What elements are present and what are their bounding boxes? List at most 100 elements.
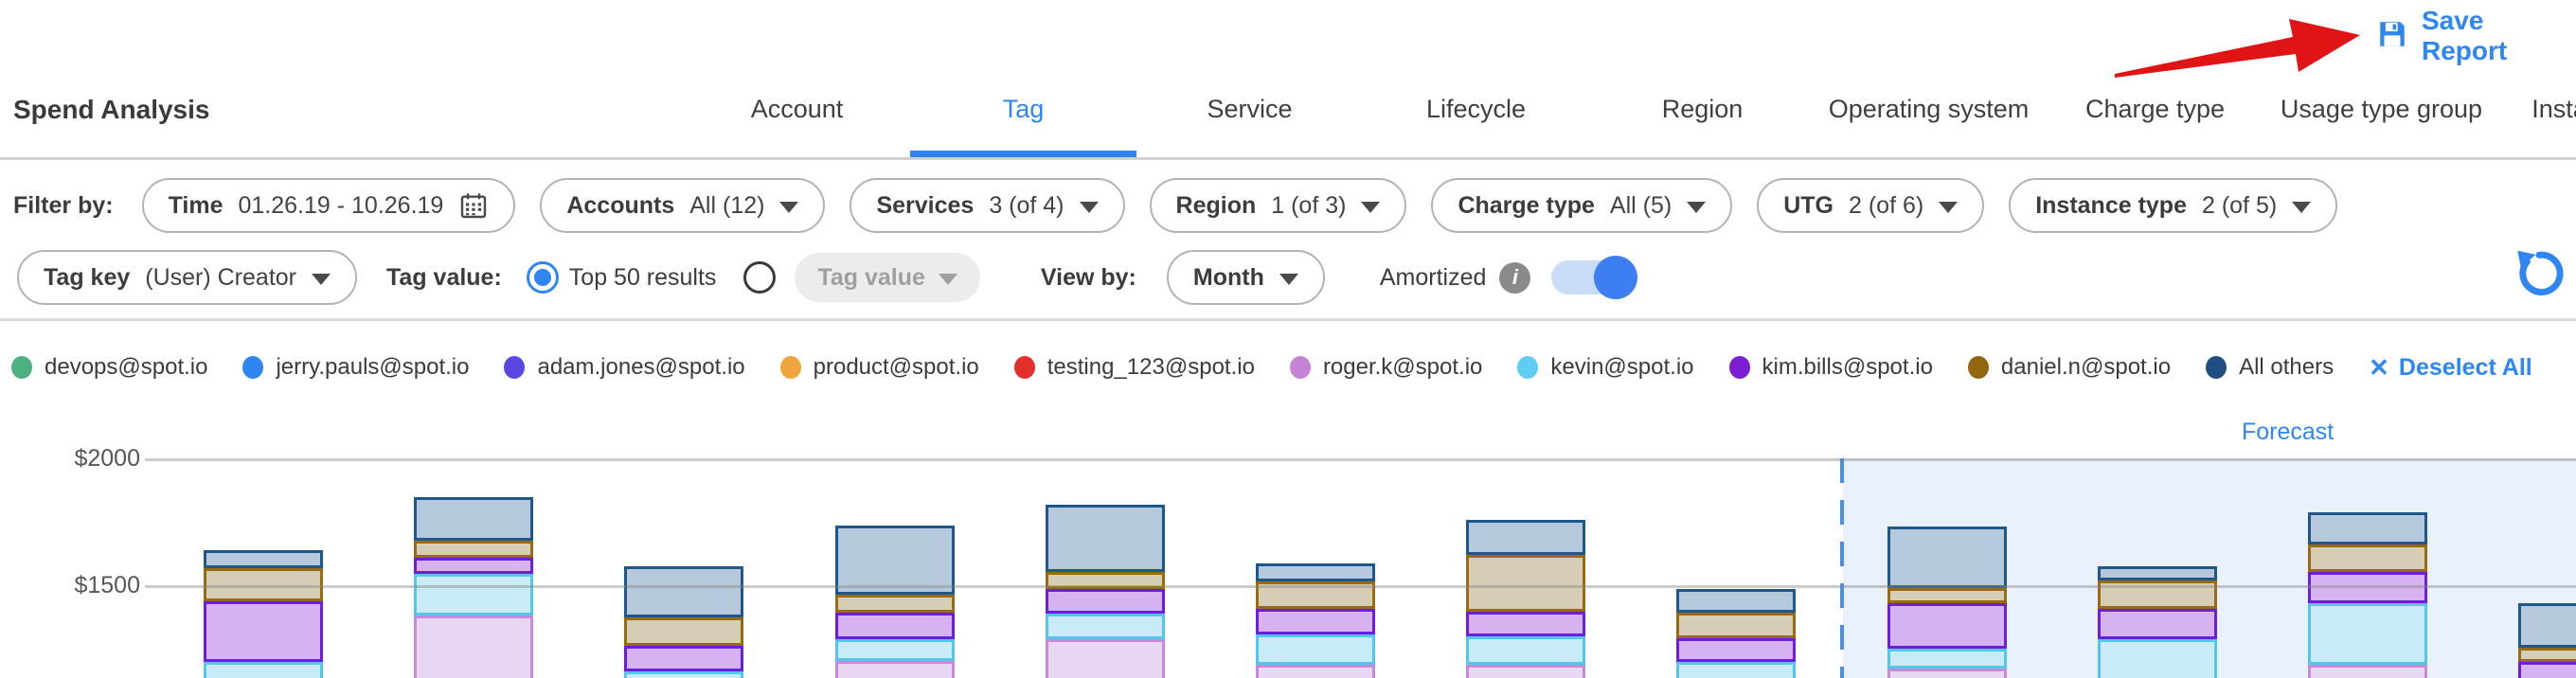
close-icon: ✕ [2369, 353, 2389, 383]
bar-8-segment-kim-bills-spot-io [1676, 638, 1796, 662]
legend-item-jerry-pauls-spot-io[interactable]: jerry.pauls@spot.io [242, 354, 469, 381]
save-report-button[interactable]: Save Report [2376, 6, 2576, 66]
amortized-label: Amortized [1380, 264, 1487, 292]
legend-item-adam-jones-spot-io[interactable]: adam.jones@spot.io [504, 354, 744, 381]
pill-label: Instance type [2035, 192, 2187, 220]
chart-legend: devops@spot.io jerry.pauls@spot.io adam.jo… [11, 352, 2532, 383]
reset-filters-button[interactable] [2510, 244, 2568, 308]
legend-dot [242, 356, 263, 379]
pill-value: All (12) [689, 192, 764, 220]
caret-down-icon [1080, 202, 1099, 213]
pill-value: 2 (of 6) [1849, 192, 1923, 220]
bar-6-segment-kevin-spot-io [1256, 634, 1375, 665]
forecast-dashed-line [1840, 458, 1844, 678]
caret-down-icon [779, 202, 798, 213]
pill-label: Services [876, 192, 974, 220]
pill-value: 01.26.19 - 10.26.19 [238, 192, 443, 220]
bar-6-segment-all-others [1256, 563, 1375, 581]
y-tick-label: $1500 [36, 572, 140, 599]
bar-5-segment-roger-k-spot-io [1046, 639, 1165, 678]
tab-usage-type-group[interactable]: Usage type group [2268, 95, 2495, 124]
caret-down-icon [1687, 202, 1706, 213]
bar-4-segment-roger-k-spot-io [835, 661, 955, 678]
gridline-2000 [145, 458, 2576, 461]
tag-value-label: Tag value: [386, 264, 502, 292]
bar-5-segment-all-others [1046, 505, 1165, 572]
filter-pill-charge-type[interactable]: Charge typeAll (5) [1431, 178, 1732, 233]
legend-item-testing-123-spot-io[interactable]: testing_123@spot.io [1014, 354, 1255, 381]
y-tick-label: $2000 [36, 445, 140, 473]
legend-dot [504, 356, 525, 379]
legend-label: jerry.pauls@spot.io [276, 354, 469, 381]
legend-item-kim-bills-spot-io[interactable]: kim.bills@spot.io [1729, 354, 1933, 381]
caret-down-icon [1361, 202, 1380, 213]
tab-account[interactable]: Account [684, 95, 910, 124]
tab-charge-type[interactable]: Charge type [2042, 95, 2268, 124]
tab-operating-system[interactable]: Operating system [1816, 95, 2042, 124]
bar-10-segment-all-others [2098, 566, 2217, 580]
pill-value: 2 (of 5) [2202, 192, 2277, 220]
filter-pill-time[interactable]: Time 01.26.19 - 10.26.19 [142, 178, 516, 233]
bar-11-segment-daniel-n-spot-io [2308, 544, 2427, 572]
bar-3-segment-kevin-spot-io [624, 671, 743, 678]
legend-item-roger-k-spot-io[interactable]: roger.k@spot.io [1290, 354, 1482, 381]
tab-tag[interactable]: Tag [910, 95, 1136, 124]
tag-options-row: Tag key (User) Creator Tag value: Top 50… [17, 250, 1633, 305]
top-50-results-radio[interactable] [527, 261, 559, 294]
tab-region[interactable]: Region [1589, 95, 1816, 124]
filter-pill-utg[interactable]: UTG2 (of 6) [1757, 178, 1984, 233]
pill-value: 3 (of 4) [989, 192, 1064, 220]
view-by-value: Month [1193, 264, 1264, 292]
filter-pill-region[interactable]: Region 1 (of 3) [1150, 178, 1407, 233]
legend-dot [1290, 356, 1311, 379]
save-report-label: Save Report [2422, 6, 2576, 66]
bar-11-segment-all-others [2308, 512, 2427, 544]
caret-down-icon [1279, 274, 1298, 285]
pill-label: Region [1176, 192, 1257, 220]
page-title: Spend Analysis [13, 95, 209, 125]
tag-value-radio[interactable] [743, 261, 776, 294]
pill-value: All (5) [1610, 192, 1672, 220]
bar-2-segment-daniel-n-spot-io [414, 541, 533, 558]
filter-pill-services[interactable]: Services 3 (of 4) [850, 178, 1124, 233]
amortized-toggle[interactable] [1551, 260, 1633, 294]
pill-label: Time [169, 192, 224, 220]
spend-analysis-screen: Forecast $2000$1500 Spend Analysis Accou… [0, 0, 2576, 678]
section-divider [0, 318, 2576, 321]
deselect-all-button[interactable]: ✕Deselect All [2369, 353, 2532, 383]
bar-4-segment-kevin-spot-io [835, 639, 955, 661]
bar-6-segment-kim-bills-spot-io [1256, 609, 1375, 634]
bar-9-segment-kevin-spot-io [1887, 649, 2007, 669]
filter-pill-instance-type[interactable]: Instance type 2 (of 5) [2009, 178, 2337, 233]
active-tab-underline [910, 151, 1136, 157]
legend-label: roger.k@spot.io [1323, 354, 1482, 381]
legend-item-daniel-n-spot-io[interactable]: daniel.n@spot.io [1968, 354, 2171, 381]
legend-label: All others [2239, 354, 2334, 381]
legend-dot [11, 356, 32, 379]
bar-9-segment-roger-k-spot-io [1887, 669, 2007, 678]
bar-4-segment-kim-bills-spot-io [835, 613, 955, 639]
caret-down-icon [1939, 202, 1958, 213]
pill-value: 1 (of 3) [1271, 192, 1346, 220]
bar-2-segment-roger-k-spot-io [414, 616, 533, 678]
calendar-icon [458, 190, 489, 221]
filter-pill-accounts[interactable]: AccountsAll (12) [540, 178, 825, 233]
view-by-dropdown[interactable]: Month [1167, 250, 1325, 305]
legend-label: adam.jones@spot.io [537, 354, 744, 381]
legend-item-devops-spot-io[interactable]: devops@spot.io [11, 354, 207, 381]
tab-lifecycle[interactable]: Lifecycle [1363, 95, 1589, 124]
tag-key-value: (User) Creator [145, 264, 296, 292]
tab-instance-type[interactable]: Instance type [2495, 95, 2576, 124]
bar-1-segment-kevin-spot-io [204, 662, 323, 678]
legend-dot [1014, 356, 1035, 379]
bar-3-segment-all-others [624, 566, 743, 618]
tag-value-dropdown-disabled[interactable]: Tag value [795, 253, 979, 302]
view-by-label: View by: [1041, 264, 1136, 292]
legend-item-product-spot-io[interactable]: product@spot.io [780, 354, 979, 381]
legend-item-kevin-spot-io[interactable]: kevin@spot.io [1517, 354, 1693, 381]
tab-service[interactable]: Service [1136, 95, 1363, 124]
legend-item-all-others[interactable]: All others [2206, 354, 2334, 381]
legend-dot [2206, 356, 2227, 379]
tag-key-dropdown[interactable]: Tag key (User) Creator [17, 250, 357, 305]
info-icon[interactable]: i [1499, 262, 1530, 294]
